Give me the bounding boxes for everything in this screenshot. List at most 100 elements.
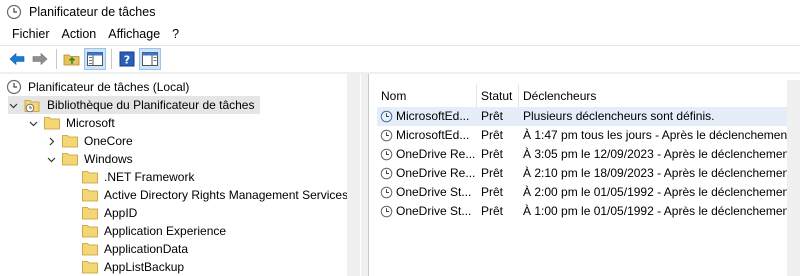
task-clock-icon	[380, 148, 393, 161]
help-icon: ?	[119, 51, 135, 67]
up-folder-icon	[63, 54, 80, 66]
menu-affichage[interactable]: Affichage	[102, 24, 166, 44]
back-arrow-icon	[9, 52, 25, 66]
table-row[interactable]: OneDrive St... Prêt À 2:00 pm le 01/05/1…	[377, 183, 800, 202]
task-clock-icon	[380, 110, 393, 123]
task-triggers: À 2:10 pm le 18/09/2023 - Après le décle…	[523, 166, 800, 180]
clock-icon	[6, 4, 22, 20]
folder-icon	[82, 225, 98, 238]
action-pane-button[interactable]	[139, 48, 161, 70]
tree-item-windows[interactable]: Windows	[46, 150, 133, 168]
task-triggers: À 2:00 pm le 01/05/1992 - Après le décle…	[523, 185, 800, 199]
toolbar: ?	[0, 45, 800, 72]
menu-action[interactable]: Action	[56, 24, 103, 44]
tree-item-application-experience[interactable]: Application Experience	[82, 222, 226, 240]
show-hide-tree-button[interactable]	[84, 48, 106, 70]
table-row[interactable]: OneDrive Re... Prêt À 3:05 pm le 12/09/2…	[377, 145, 800, 164]
folder-icon	[44, 117, 60, 130]
tree-item-label: Application Experience	[104, 224, 227, 238]
task-list-pane: Nom Statut Déclencheurs MicrosoftEd... P…	[368, 74, 800, 276]
tree-item-label: AppID	[104, 206, 138, 220]
task-status: Prêt	[481, 166, 504, 180]
chevron-right-icon[interactable]	[46, 137, 56, 146]
tree-item-label: Active Directory Rights Management Servi…	[104, 188, 349, 202]
task-clock-icon	[380, 167, 393, 180]
tree-item-applicationdata[interactable]: ApplicationData	[82, 240, 188, 258]
menu-fichier[interactable]: Fichier	[6, 24, 56, 44]
tree-item-label: Windows	[84, 152, 133, 166]
folder-icon	[82, 189, 98, 202]
tree-item-label: Planificateur de tâches (Local)	[28, 80, 190, 94]
folder-icon	[62, 135, 78, 148]
task-scheduler-window: Planificateur de tâches Fichier Action A…	[0, 0, 800, 276]
task-name: MicrosoftEd...	[396, 109, 470, 123]
up-level-button[interactable]	[61, 48, 83, 70]
tree-item-onecore[interactable]: OneCore	[46, 132, 133, 150]
tree-item-appid[interactable]: AppID	[82, 204, 137, 222]
task-list-scrollbar[interactable]	[787, 80, 800, 276]
menu-help[interactable]: ?	[166, 24, 185, 44]
task-status: Prêt	[481, 147, 504, 161]
task-name: OneDrive Re...	[396, 166, 476, 180]
column-header-name[interactable]: Nom	[377, 84, 477, 108]
folder-icon	[62, 153, 78, 166]
task-status: Prêt	[481, 185, 504, 199]
folder-icon	[82, 171, 98, 184]
folder-icon	[82, 261, 98, 274]
tree-item-label: Bibliothèque du Planificateur de tâches	[47, 98, 255, 112]
title-bar: Planificateur de tâches	[0, 0, 800, 24]
table-row[interactable]: MicrosoftEd... Prêt Plusieurs déclencheu…	[377, 107, 800, 126]
tree-scrollbar[interactable]	[347, 74, 360, 276]
task-name: OneDrive St...	[396, 185, 472, 199]
console-tree: Planificateur de tâches (Local) Biblioth…	[0, 74, 360, 276]
task-triggers: Plusieurs déclencheurs sont définis.	[523, 109, 715, 123]
tree-item-label: OneCore	[84, 134, 133, 148]
tree-item-library[interactable]: Bibliothèque du Planificateur de tâches	[8, 96, 261, 114]
action-pane-icon	[142, 52, 158, 66]
tree-item-dotnet-framework[interactable]: .NET Framework	[82, 168, 194, 186]
task-status: Prêt	[481, 128, 504, 142]
window-title: Planificateur de tâches	[29, 5, 156, 19]
chevron-down-icon[interactable]	[28, 119, 38, 128]
folder-icon	[82, 207, 98, 220]
task-name: OneDrive Re...	[396, 147, 476, 161]
task-clock-icon	[380, 186, 393, 199]
task-status: Prêt	[481, 204, 504, 218]
task-name: OneDrive St...	[396, 204, 472, 218]
tree-item-label: .NET Framework	[104, 170, 195, 184]
back-button[interactable]	[6, 48, 28, 70]
svg-text:?: ?	[124, 54, 130, 67]
column-header-triggers[interactable]: Déclencheurs	[519, 84, 800, 108]
table-row[interactable]: OneDrive St... Prêt À 1:00 pm le 01/05/1…	[377, 202, 800, 221]
task-clock-icon	[380, 129, 393, 142]
tree-item-adrms[interactable]: Active Directory Rights Management Servi…	[82, 186, 348, 204]
task-triggers: À 1:00 pm le 01/05/1992 - Après le décle…	[523, 204, 800, 218]
forward-button[interactable]	[29, 48, 51, 70]
folder-clock-icon	[24, 99, 40, 112]
chevron-down-icon[interactable]	[46, 155, 56, 164]
show-hide-tree-icon	[87, 52, 103, 66]
task-status: Prêt	[481, 109, 504, 123]
task-list-header: Nom Statut Déclencheurs	[377, 84, 800, 108]
tree-item-local[interactable]: Planificateur de tâches (Local)	[6, 78, 189, 96]
tree-item-label: AppListBackup	[104, 260, 185, 274]
tree-item-label: ApplicationData	[104, 242, 189, 256]
task-clock-icon	[380, 205, 393, 218]
forward-arrow-icon	[32, 52, 48, 66]
pane-splitter[interactable]	[361, 74, 368, 276]
tree-item-applistbackup[interactable]: AppListBackup	[82, 258, 184, 276]
tree-item-microsoft[interactable]: Microsoft	[28, 114, 115, 132]
table-row[interactable]: OneDrive Re... Prêt À 2:10 pm le 18/09/2…	[377, 164, 800, 183]
table-row[interactable]: MicrosoftEd... Prêt À 1:47 pm tous les j…	[377, 126, 800, 145]
help-button[interactable]: ?	[116, 48, 138, 70]
task-name: MicrosoftEd...	[396, 128, 470, 142]
toolbar-separator	[111, 49, 112, 69]
clock-icon	[6, 79, 22, 95]
tree-item-label: Microsoft	[66, 116, 115, 130]
column-header-status[interactable]: Statut	[477, 84, 519, 108]
folder-icon	[82, 243, 98, 256]
menu-bar: Fichier Action Affichage ?	[0, 24, 800, 44]
chevron-down-icon[interactable]	[8, 101, 18, 110]
toolbar-separator	[56, 49, 57, 69]
task-triggers: À 1:47 pm tous les jours - Après le décl…	[523, 128, 800, 142]
